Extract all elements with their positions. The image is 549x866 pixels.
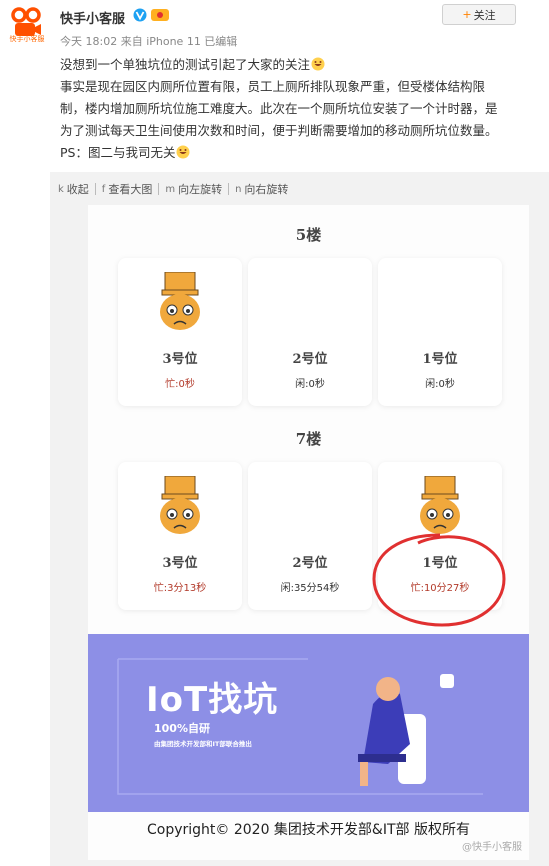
rotate-right-button[interactable]: n 向右旋转 — [235, 181, 288, 197]
post-line: 没想到一个单独坑位的测试引起了大家的关注 — [60, 54, 546, 76]
author-name[interactable]: 快手小客服 — [60, 8, 125, 27]
avatar-caption: 快手小客服 — [9, 35, 45, 43]
divider — [228, 183, 230, 195]
floor-title-5: 5楼 — [295, 226, 322, 244]
banner-title: IoT找坑 — [146, 680, 279, 720]
busy-face-icon — [160, 272, 200, 330]
floor-title-7: 7楼 — [295, 430, 322, 448]
view-large-icon: f — [101, 183, 106, 195]
divider — [94, 183, 96, 195]
stall-status: 闲:0秒 — [425, 379, 455, 390]
laughing-emoji-icon — [311, 57, 325, 71]
banner-tagline: 由集团技术开发部和IT部联合推出 — [154, 740, 252, 748]
collapse-icon: k — [58, 183, 64, 195]
rotate-right-icon: n — [235, 183, 242, 195]
post-meta: 今天 18:02 来自 iPhone 11 已编辑 — [60, 35, 238, 48]
red-circle-annotation-icon — [372, 533, 506, 627]
image-toolbar: k 收起 f 查看大图 m 向左旋转 n 向右旋转 — [58, 180, 294, 198]
stall-status: 闲:0秒 — [295, 379, 325, 390]
view-large-label: 查看大图 — [108, 183, 153, 196]
verified-icon — [133, 8, 147, 22]
collapse-button[interactable]: k 收起 — [58, 181, 89, 197]
watermark: @快手小客服 — [462, 842, 522, 853]
stall-card-7-2: 2号位 闲:35分54秒 — [248, 462, 372, 610]
stall-label: 1号位 — [422, 352, 458, 367]
stall-status: 忙:0秒 — [165, 379, 195, 390]
post-header: 快手小客服 快手小客服 今天 18:02 来自 iPhone 11 已编辑 + … — [0, 0, 549, 175]
plus-icon: + — [462, 8, 472, 21]
stall-label: 2号位 — [292, 556, 328, 571]
rotate-left-button[interactable]: m 向左旋转 — [165, 181, 222, 197]
busy-face-icon — [420, 476, 460, 534]
post-body: 没想到一个单独坑位的测试引起了大家的关注 事实是现在园区内厕所位置有限，员工上厕… — [60, 54, 546, 164]
banner-subtitle: 100%自研 — [154, 722, 210, 735]
post-line: 制，楼内增加厕所坑位施工难度大。此次在一个厕所坑位安装了一个计时器，是 — [60, 101, 498, 116]
rotate-right-label: 向右旋转 — [244, 183, 289, 196]
stall-status: 闲:35分54秒 — [280, 583, 340, 594]
stall-label: 3号位 — [162, 556, 198, 571]
busy-face-icon — [160, 476, 200, 534]
stall-label: 3号位 — [162, 352, 198, 367]
laughing-emoji-icon — [176, 145, 190, 159]
vip-badge-icon — [151, 9, 169, 21]
post-line: 为了测试每天卫生间使用次数和时间，便于判断需要增加的移动厕所坑位数量。 — [60, 123, 498, 138]
rotate-left-icon: m — [165, 183, 176, 195]
divider — [158, 183, 160, 195]
stall-card-5-2: 2号位 闲:0秒 — [248, 258, 372, 406]
collapse-label: 收起 — [66, 183, 89, 196]
post-line: 事实是现在园区内厕所位置有限，员工上厕所排队现象严重，但受楼体结构限 — [60, 79, 486, 94]
stall-card-7-3: 3号位 忙:3分13秒 — [118, 462, 242, 610]
follow-label: 关注 — [473, 8, 496, 22]
stall-card-5-1: 1号位 闲:0秒 — [378, 258, 502, 406]
rotate-left-label: 向左旋转 — [178, 183, 223, 196]
stall-status: 忙:3分13秒 — [153, 583, 207, 594]
post-line: PS：图二与我司无关 — [60, 142, 546, 164]
stall-label: 2号位 — [292, 352, 328, 367]
view-large-button[interactable]: f 查看大图 — [102, 181, 153, 197]
iot-banner: IoT找坑 100%自研 由集团技术开发部和IT部联合推出 — [88, 634, 529, 812]
follow-button[interactable]: + 关注 — [442, 4, 516, 25]
stall-card-5-3: 3号位 忙:0秒 — [118, 258, 242, 406]
